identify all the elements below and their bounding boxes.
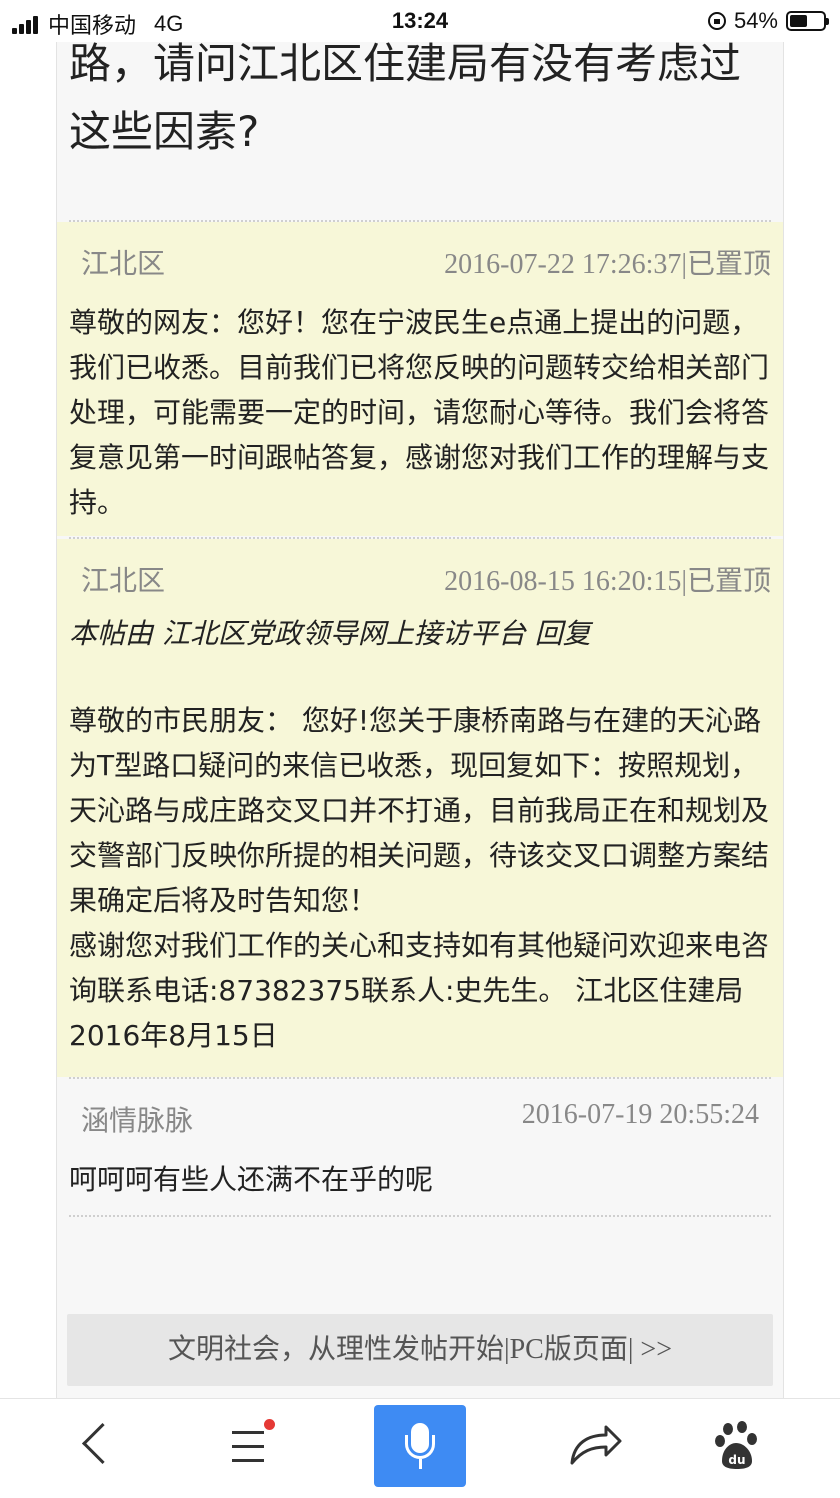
reply-body: 呵呵呵有些人还满不在乎的呢 bbox=[69, 1163, 434, 1196]
notification-dot-icon bbox=[264, 1419, 275, 1430]
reply-source-note: 本帖由 江北区党政领导网上接访平台 回复 bbox=[69, 617, 591, 650]
svg-text:du: du bbox=[728, 1453, 745, 1467]
reply-time: 2016-08-15 16:20:15|已置顶 bbox=[444, 566, 771, 597]
back-icon[interactable] bbox=[50, 1399, 146, 1494]
content-column: 路，请问江北区住建局有没有考虑过这些因素? 江北区 2016-07-22 17:… bbox=[56, 0, 784, 1400]
reply-item: 江北区 2016-07-22 17:26:37|已置顶 尊敬的网友：您好！您在宁… bbox=[57, 222, 783, 536]
reply-meta: 涵情脉脉 2016-07-19 20:55:24 bbox=[69, 1079, 771, 1137]
status-right: 54% bbox=[707, 8, 829, 34]
voice-search-button[interactable] bbox=[374, 1405, 466, 1487]
reply-item: 江北区 2016-08-15 16:20:15|已置顶 本帖由 江北区党政领导网… bbox=[57, 539, 783, 1077]
bottom-nav: du bbox=[0, 1398, 840, 1494]
reply-time: 2016-07-19 20:55:24 bbox=[521, 1099, 759, 1130]
reply-author[interactable]: 涵情脉脉 bbox=[81, 1099, 193, 1139]
reply-author[interactable]: 江北区 bbox=[81, 559, 165, 599]
reply-author[interactable]: 江北区 bbox=[81, 242, 165, 282]
status-bar: 中国移动 4G 13:24 54% bbox=[0, 0, 840, 42]
share-icon[interactable] bbox=[544, 1399, 640, 1494]
battery-percent: 54% bbox=[733, 8, 778, 33]
menu-icon[interactable] bbox=[198, 1399, 294, 1494]
divider bbox=[69, 1215, 771, 1217]
battery-fill bbox=[790, 15, 807, 27]
reply-time: 2016-07-22 17:26:37|已置顶 bbox=[444, 249, 771, 280]
reply-item: 涵情脉脉 2016-07-19 20:55:24 呵呵呵有些人还满不在乎的呢 bbox=[57, 1079, 783, 1215]
reply-body: 尊敬的网友：您好！您在宁波民生e点通上提出的问题，我们已收悉。目前我们已将您反映… bbox=[69, 306, 770, 519]
reply-meta: 江北区 2016-07-22 17:26:37|已置顶 bbox=[69, 222, 771, 280]
battery-icon bbox=[786, 11, 829, 31]
pc-version-link[interactable]: 文明社会，从理性发帖开始|PC版页面| >> bbox=[67, 1314, 773, 1386]
reply-meta: 江北区 2016-08-15 16:20:15|已置顶 bbox=[69, 539, 771, 597]
baidu-paw-icon[interactable]: du bbox=[690, 1399, 786, 1494]
reply-body: 尊敬的市民朋友： 您好!您关于康桥南路与在建的天沁路为T型路口疑问的来信已收悉，… bbox=[69, 704, 770, 1052]
question-text: 路，请问江北区住建局有没有考虑过这些因素? bbox=[69, 39, 742, 156]
rotation-lock-icon bbox=[707, 12, 726, 30]
